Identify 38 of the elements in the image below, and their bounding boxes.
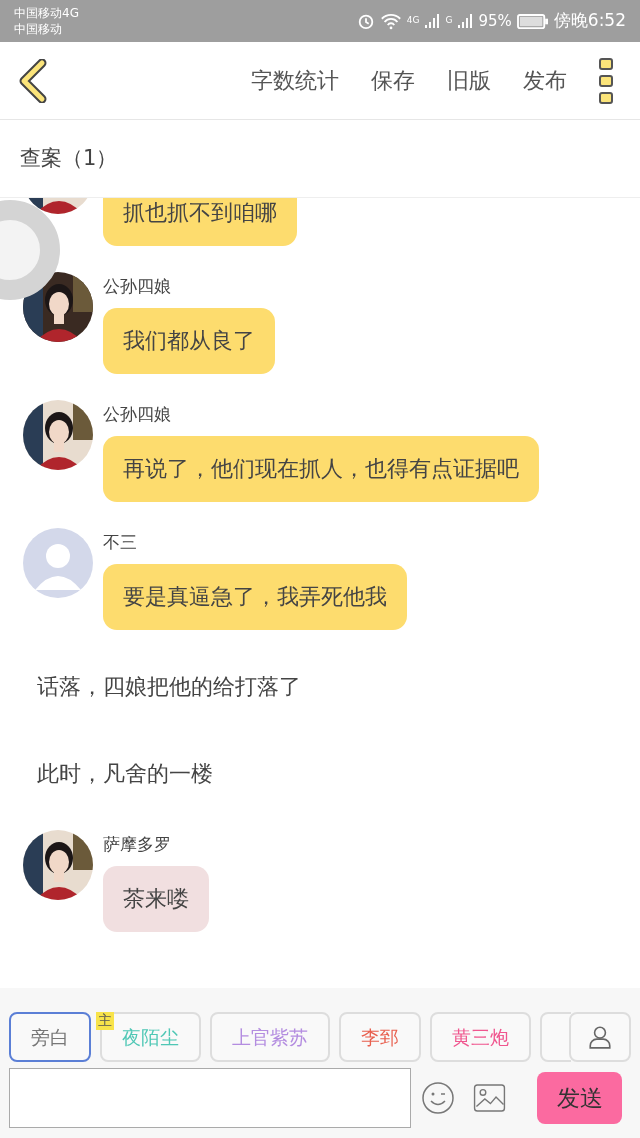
toolbar-action[interactable]: 旧版 [447, 64, 491, 97]
role-chip[interactable]: 旁白 [9, 1012, 91, 1062]
message-bubble: 茶来喽 [103, 866, 209, 932]
clock-time: 傍晚6:52 [553, 9, 626, 33]
role-chip[interactable]: 黄三炮 [430, 1012, 531, 1062]
alarm-icon [356, 12, 375, 30]
toolbar-action[interactable]: 字数统计 [251, 64, 339, 97]
signal-icon [457, 13, 474, 29]
sender-name: 不三 [103, 531, 137, 554]
narration-text: 话落，四娘把他的给打落了 [36, 673, 302, 701]
emoji-icon[interactable] [421, 1081, 455, 1115]
profile-button[interactable] [569, 1012, 631, 1062]
lead-badge: 主 [96, 1012, 114, 1030]
wifi-icon [379, 12, 402, 30]
send-button[interactable]: 发送 [537, 1072, 622, 1124]
carrier-text: 中国移动4G [14, 5, 79, 21]
narration-text: 此时，凡舍的一楼 [36, 760, 214, 788]
message-bubble: 抓也抓不到咱哪 [103, 198, 297, 246]
sender-name: 萨摩多罗 [103, 833, 171, 856]
sender-name: 公孙四娘 [103, 403, 171, 426]
menu-button[interactable] [599, 57, 613, 104]
carrier-text: 中国移动 [14, 21, 63, 37]
message-bubble: 要是真逼急了，我弄死他我 [103, 564, 407, 630]
message-input[interactable] [9, 1068, 411, 1128]
message-bubble: 再说了，他们现在抓人，也得有点证据吧 [103, 436, 539, 502]
image-icon[interactable] [473, 1084, 506, 1112]
sender-name: 公孙四娘 [103, 275, 171, 298]
chapter-title: 查案（1） [20, 144, 118, 172]
person-icon [587, 1024, 613, 1050]
battery-percent: 95% [478, 10, 512, 32]
toolbar-action[interactable]: 保存 [371, 64, 415, 97]
network-label: G [445, 14, 453, 28]
signal-icon [424, 13, 441, 29]
role-chip[interactable]: 李郅 [339, 1012, 421, 1062]
message-bubble: 我们都从良了 [103, 308, 275, 374]
toolbar-action[interactable]: 发布 [523, 64, 567, 97]
network-label: 4G [406, 14, 420, 28]
battery-icon [516, 13, 549, 29]
